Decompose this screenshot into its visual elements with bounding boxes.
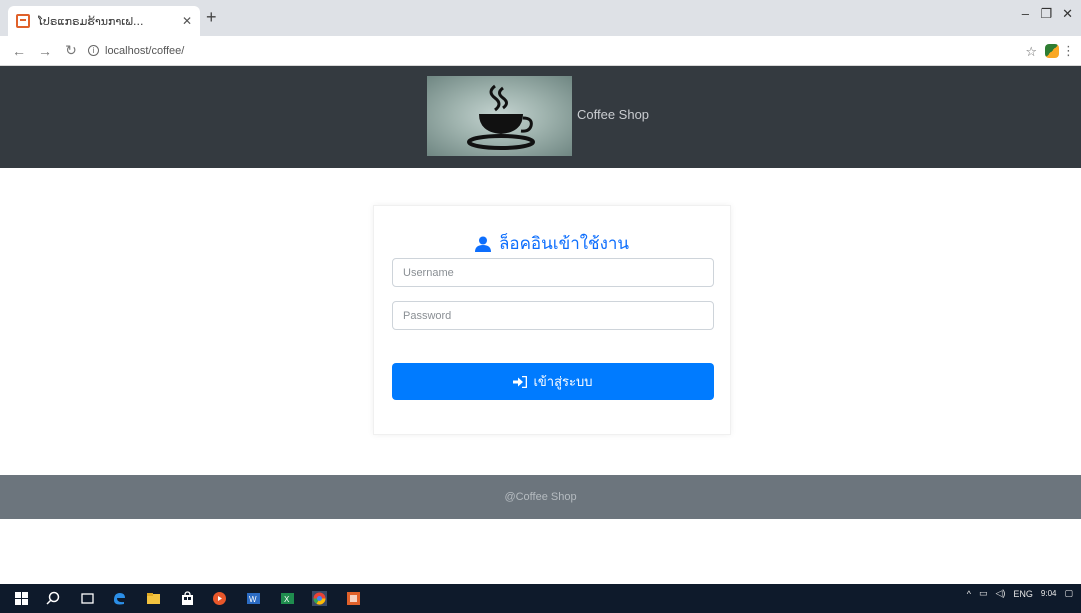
site-header: Coffee Shop — [0, 66, 1081, 168]
close-window-icon[interactable]: ✕ — [1062, 6, 1073, 22]
notification-icon[interactable]: ▢ — [1064, 588, 1073, 599]
user-icon — [474, 236, 491, 252]
username-input[interactable] — [392, 258, 714, 287]
word-icon[interactable]: W — [246, 591, 261, 606]
url-text: localhost/coffee/ — [105, 44, 185, 57]
browser-tab-bar: ໂປຣແກຣມຮ້ານກາເຟ... ✕ + ‒ ❐ ✕ — [0, 0, 1081, 36]
document-icon — [16, 14, 30, 28]
screen: ໂປຣແກຣມຮ້ານກາເຟ... ✕ + ‒ ❐ ✕ ← → ↻ i loc… — [0, 0, 1081, 613]
site-footer: @Coffee Shop — [0, 475, 1081, 519]
language-indicator[interactable]: ENG — [1013, 589, 1033, 599]
speaker-icon[interactable]: ◁) — [995, 588, 1005, 599]
bookmark-star-icon[interactable]: ☆ — [1025, 44, 1037, 60]
file-explorer-icon[interactable] — [146, 591, 161, 606]
tab-title: ໂປຣແກຣມຮ້ານກາເຟ... — [38, 14, 144, 28]
clock[interactable]: 9:04 — [1041, 589, 1057, 599]
close-tab-icon[interactable]: ✕ — [182, 14, 192, 28]
menu-icon[interactable]: ⋮ — [1062, 43, 1075, 59]
info-icon[interactable]: i — [88, 45, 99, 56]
password-input[interactable] — [392, 301, 714, 330]
sign-in-icon — [513, 375, 528, 388]
store-icon[interactable] — [180, 591, 195, 606]
search-icon[interactable] — [46, 591, 61, 606]
chrome-icon[interactable] — [312, 591, 327, 606]
login-card: ล็อคอินเข้าใช้งาน เข้าสู่ระบบ — [373, 205, 731, 435]
address-bar: ← → ↻ i localhost/coffee/ ☆ ⋮ — [0, 36, 1081, 66]
system-tray: ^ ▭ ◁) ENG 9:04 ▢ — [967, 588, 1073, 599]
url-field[interactable]: i localhost/coffee/ — [88, 45, 184, 57]
network-icon[interactable]: ▭ — [979, 588, 988, 599]
task-view-icon[interactable] — [80, 591, 95, 606]
back-icon[interactable]: ← — [12, 43, 26, 59]
windows-start-icon[interactable] — [14, 591, 29, 606]
extension-icon[interactable] — [1045, 44, 1059, 58]
restore-icon[interactable]: ❐ — [1040, 6, 1052, 22]
login-button[interactable]: เข้าสู่ระบบ — [392, 363, 714, 400]
login-heading: ล็อคอินเข้าใช้งาน — [374, 230, 730, 257]
taskbar: W X ^ ▭ ◁) ENG 9:04 ▢ — [0, 584, 1081, 613]
svg-text:W: W — [249, 595, 257, 604]
minimize-icon[interactable]: ‒ — [1022, 6, 1029, 21]
media-player-icon[interactable] — [212, 591, 227, 606]
clock-time: 9:04 — [1040, 588, 1057, 598]
forward-icon[interactable]: → — [38, 43, 52, 59]
site-name[interactable]: Coffee Shop — [577, 107, 649, 122]
reload-icon[interactable]: ↻ — [64, 42, 78, 59]
chevron-up-icon[interactable]: ^ — [967, 589, 971, 599]
footer-text: @Coffee Shop — [504, 491, 577, 503]
new-tab-icon[interactable]: + — [206, 7, 217, 28]
edge-browser-icon[interactable] — [112, 591, 127, 606]
browser-tab[interactable]: ໂປຣແກຣມຮ້ານກາເຟ... ✕ — [8, 6, 200, 36]
app-document-icon[interactable] — [346, 591, 361, 606]
login-button-label: เข้าสู่ระบบ — [533, 375, 593, 390]
svg-text:X: X — [284, 595, 290, 604]
coffee-cup-icon — [427, 76, 572, 156]
login-title: ล็อคอินเข้าใช้งาน — [498, 234, 630, 254]
excel-icon[interactable]: X — [280, 591, 295, 606]
